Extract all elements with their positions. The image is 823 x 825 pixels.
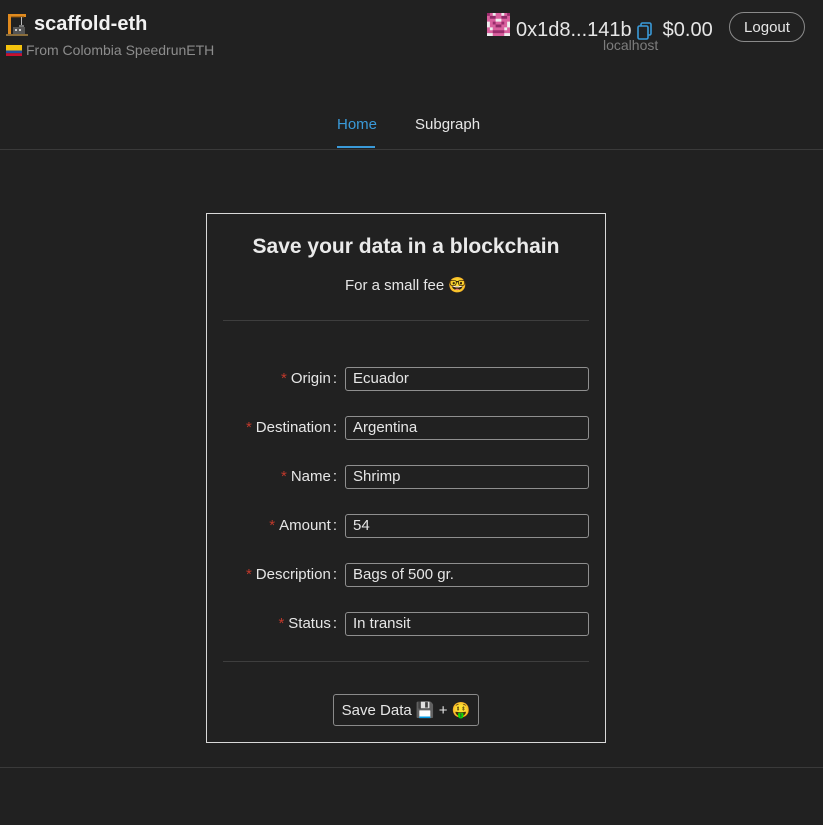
status-input[interactable]: In transit	[345, 612, 589, 636]
app-subtitle: From Colombia SpeedrunETH	[6, 42, 214, 58]
construction-crane-icon	[6, 14, 28, 36]
destination-input[interactable]: Argentina	[345, 416, 589, 440]
required-mark: *	[245, 566, 252, 583]
field-label-origin: * Origin:	[280, 370, 337, 387]
save-data-button[interactable]: Save Data 💾 + 🤑	[333, 694, 479, 726]
required-mark: *	[280, 468, 287, 485]
form-title: Save your data in a blockchain	[252, 235, 560, 258]
field-label-text: Status	[288, 615, 331, 632]
divider	[223, 661, 589, 662]
brand[interactable]: scaffold-eth	[6, 12, 147, 36]
required-mark: *	[269, 517, 276, 534]
nav-tabs: Home Subgraph	[0, 108, 823, 150]
field-label-text: Name	[290, 468, 331, 485]
form-row-origin: * Origin: Ecuador	[207, 367, 607, 391]
form-row-destination: * Destination: Argentina	[207, 416, 607, 440]
field-label-text: Amount	[279, 517, 331, 534]
app-header: scaffold-eth From Colombia SpeedrunETH 0…	[0, 0, 823, 70]
account-widget: 0x1d8...141b $0.00	[487, 12, 713, 46]
form-subtitle: For a small fee 🤓	[344, 277, 468, 294]
colombia-flag-icon	[6, 44, 22, 56]
field-label-amount: * Amount:	[269, 517, 337, 534]
network-label: localhost	[603, 37, 659, 53]
amount-input[interactable]: 54	[345, 514, 589, 538]
name-input[interactable]: Shrimp	[345, 465, 589, 489]
description-input[interactable]: Bags of 500 gr.	[345, 563, 589, 587]
field-label-name: * Name:	[280, 468, 337, 485]
wallet-balance[interactable]: $0.00	[663, 19, 713, 42]
app-title[interactable]: scaffold-eth	[34, 13, 147, 36]
field-label-destination: * Destination:	[245, 419, 337, 436]
data-form-card: Save your data in a blockchain For a sma…	[206, 213, 606, 743]
form-row-name: * Name: Shrimp	[207, 465, 607, 489]
divider	[223, 320, 589, 321]
origin-input[interactable]: Ecuador	[345, 367, 589, 391]
form-row-description: * Description: Bags of 500 gr.	[207, 563, 607, 587]
field-label-status: * Status:	[278, 615, 337, 632]
form-row-amount: * Amount: 54	[207, 514, 607, 538]
field-label-text: Destination	[255, 419, 331, 436]
logout-button[interactable]: Logout	[729, 12, 805, 42]
field-label-description: * Description:	[245, 566, 337, 583]
active-tab-indicator	[337, 146, 375, 148]
field-label-text: Description	[255, 566, 331, 583]
required-mark: *	[278, 615, 285, 632]
app-subtitle-text: From Colombia SpeedrunETH	[26, 42, 215, 58]
tab-home[interactable]: Home	[337, 116, 377, 133]
required-mark: *	[245, 419, 252, 436]
required-mark: *	[280, 370, 287, 387]
form-row-status: * Status: In transit	[207, 612, 607, 636]
footer-divider	[0, 767, 823, 768]
blockie-avatar-icon[interactable]	[487, 12, 510, 36]
tab-subgraph[interactable]: Subgraph	[415, 116, 480, 133]
field-label-text: Origin	[290, 370, 331, 387]
